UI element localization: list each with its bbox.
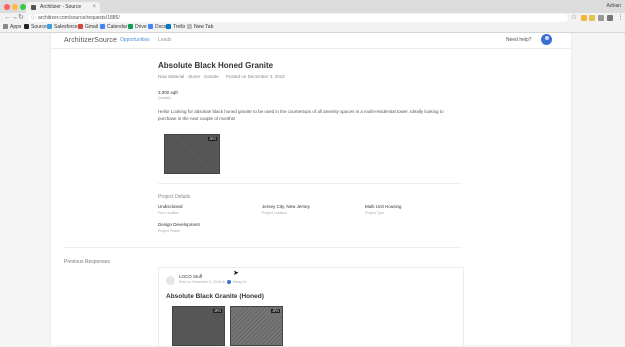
drive-icon — [128, 24, 133, 29]
forward-icon[interactable]: → — [11, 14, 18, 22]
tab-title: Architizer - Source — [40, 4, 82, 10]
url-text: architizer.com/source/requests/1885/ — [38, 15, 120, 21]
bookmark-gmail[interactable]: Gmail — [78, 23, 98, 32]
site-header: ArchitizerSource Opportunities Leads Nee… — [51, 33, 571, 49]
site-logo[interactable]: ArchitizerSource — [64, 37, 117, 44]
project-phase-value: Design Development — [158, 222, 200, 227]
bookmark-trello[interactable]: Trello — [166, 23, 185, 32]
calendar-icon — [100, 24, 105, 29]
lock-icon: ⓘ — [31, 15, 37, 21]
bookmark-drive[interactable]: Drive — [128, 23, 147, 32]
extension-icon[interactable] — [581, 15, 587, 21]
firm-location-value: Undisclosed — [158, 204, 183, 209]
divider — [64, 247, 462, 248]
quantity-value: 3,000 sqft — [158, 90, 178, 95]
project-type-value: Multi Unit Housing — [365, 204, 402, 209]
close-tab-icon[interactable]: × — [92, 2, 96, 13]
close-window-button[interactable] — [4, 4, 10, 10]
salesforce-icon — [47, 24, 52, 29]
menu-icon[interactable]: ⋮ — [617, 14, 624, 22]
company-name[interactable]: LOCO Stuff — [179, 274, 202, 279]
page-title: Absolute Black Honed Granite — [158, 61, 274, 70]
nav-leads[interactable]: Leads — [158, 37, 172, 43]
sent-info: Sent on December 3, 2018 to Meng Ke — [179, 280, 247, 284]
posted-date: Posted on December 3, 2018 — [226, 74, 285, 79]
extension-icon[interactable] — [589, 15, 595, 21]
firm-location-label: Firm Location — [158, 211, 180, 215]
response-image[interactable]: JPG — [172, 306, 225, 346]
extension-icon[interactable] — [607, 15, 613, 21]
browser-tabstrip: Architizer - Source × Adrian — [0, 0, 625, 14]
user-avatar[interactable] — [541, 34, 552, 45]
source-icon — [24, 24, 29, 29]
recipient-avatar — [226, 280, 231, 284]
extension-icon[interactable] — [598, 15, 604, 21]
bookmark-new-tab[interactable]: New Tab — [187, 23, 213, 32]
request-image[interactable]: JPG — [164, 134, 220, 174]
response-title: Absolute Black Granite (Honed) — [166, 293, 264, 300]
jpg-badge: JPG — [208, 137, 217, 141]
help-link[interactable]: Need help? — [506, 37, 532, 43]
page-container: ArchitizerSource Opportunities Leads Nee… — [50, 33, 572, 347]
breadcrumb: Raw Material · Stone · Granite Posted on… — [158, 74, 285, 79]
bookmark-apps[interactable]: Apps — [3, 23, 21, 32]
category-breadcrumb: Raw Material · Stone · Granite — [158, 74, 219, 79]
back-icon[interactable]: ← — [4, 14, 11, 22]
new-tab-icon — [187, 24, 192, 29]
jpg-badge: JPG — [271, 309, 280, 313]
project-type-label: Project Type — [365, 211, 385, 215]
response-card[interactable]: LOCO Stuff Sent on December 3, 2018 to M… — [158, 267, 464, 347]
docs-icon — [148, 24, 153, 29]
minimize-window-button[interactable] — [12, 4, 18, 10]
quantity-label: Quantity — [158, 96, 172, 100]
bookmark-salesforce[interactable]: Salesforce — [47, 23, 78, 32]
mouse-cursor-icon: ➤ — [233, 270, 239, 277]
response-image[interactable]: JPG — [230, 306, 283, 346]
profile-name[interactable]: Adrian — [607, 2, 621, 11]
bookmark-star-icon[interactable]: ☆ — [571, 14, 577, 22]
favicon-icon — [31, 5, 36, 10]
gmail-icon — [78, 24, 83, 29]
recipient-name: Meng Ke — [232, 280, 247, 284]
request-description: Hello! Looking for absolute black honed … — [158, 109, 444, 121]
project-phase-label: Project Phase — [158, 229, 180, 233]
bookmark-calendar[interactable]: Calendar — [100, 23, 127, 32]
previous-responses-heading: Previous Responses — [64, 259, 110, 265]
apps-icon — [3, 24, 8, 29]
divider — [158, 183, 462, 184]
project-details-heading: Project Details — [158, 194, 191, 200]
project-location-value: Jersey City, New Jersey — [262, 204, 310, 209]
browser-tab[interactable]: Architizer - Source × — [26, 2, 100, 13]
reload-icon[interactable]: ↻ — [18, 14, 24, 22]
address-toolbar: ← → ↻ ⓘ architizer.com/source/requests/1… — [0, 13, 625, 23]
bookmarks-bar: Apps Source Salesforce Gmail Calendar Dr… — [0, 23, 625, 33]
nav-opportunities[interactable]: Opportunities — [120, 37, 150, 43]
trello-icon — [166, 24, 171, 29]
bookmark-source[interactable]: Source — [24, 23, 47, 32]
company-logo — [166, 276, 175, 285]
project-location-label: Project Location — [262, 211, 288, 215]
address-bar[interactable]: ⓘ architizer.com/source/requests/1885/ — [28, 14, 568, 22]
bookmark-docs[interactable]: Docs — [148, 23, 166, 32]
jpg-badge: JPG — [213, 309, 222, 313]
